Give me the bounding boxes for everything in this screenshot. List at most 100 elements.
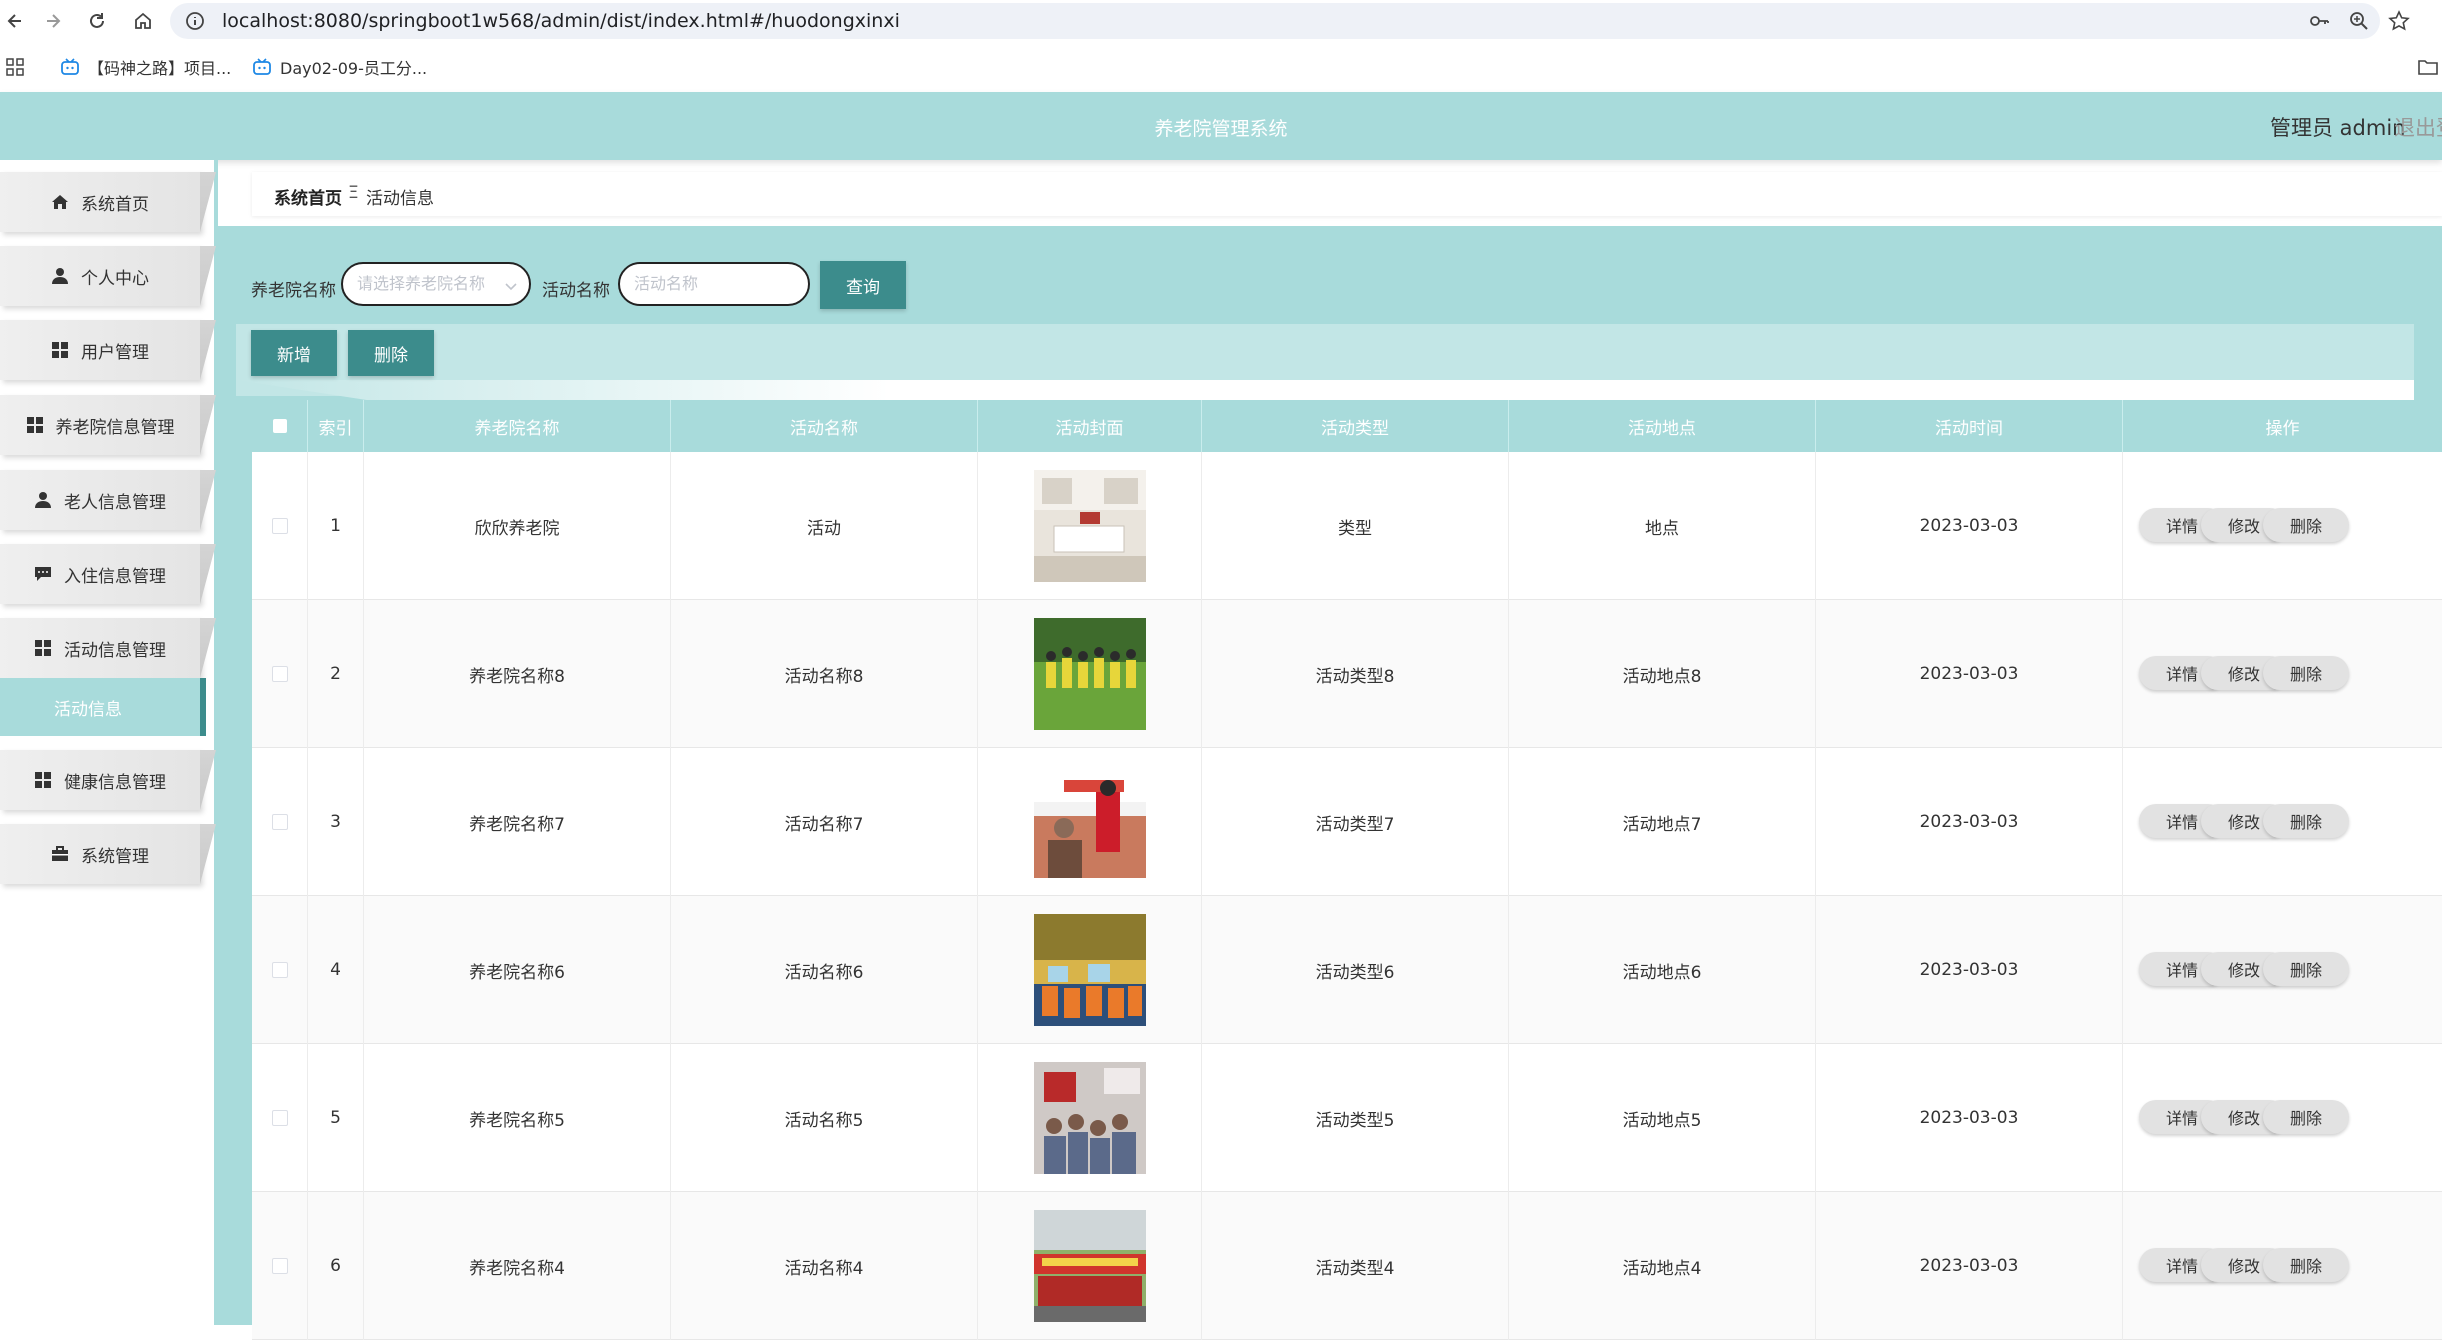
operations-cell: 详情 修改 删除: [2123, 896, 2442, 1044]
add-button[interactable]: 新增: [251, 330, 337, 376]
sidebar-subitem-label: 活动信息: [54, 699, 122, 720]
delete-button[interactable]: 删除: [2263, 952, 2349, 986]
activity-cover-image: [1033, 1062, 1146, 1174]
delete-button[interactable]: 删除: [2263, 656, 2349, 690]
header-select-all: [252, 400, 308, 452]
search-label-activity-name: 活动名称: [542, 281, 610, 301]
sidebar-item-home[interactable]: 系统首页: [0, 172, 200, 232]
sidebar-item-activity[interactable]: 活动信息管理: [0, 618, 200, 678]
cell-time: 2023-03-03: [1816, 452, 2123, 600]
activity-cover-cell: [978, 896, 1202, 1044]
cell-home: 养老院名称4: [364, 1192, 671, 1340]
row-checkbox[interactable]: [271, 518, 288, 534]
cell-place: 地点: [1509, 452, 1816, 600]
user-icon: [51, 267, 69, 285]
app-title: 养老院管理系统: [1154, 118, 1288, 140]
column-header: 活动时间: [1816, 400, 2123, 452]
sidebar-item-label: 活动信息管理: [64, 640, 166, 661]
activity-cover-image: [1033, 766, 1146, 878]
logout-link[interactable]: 退出登: [2394, 112, 2442, 142]
sidebar-item-users[interactable]: 用户管理: [0, 320, 200, 380]
select-cell: [252, 896, 308, 1044]
cell-time: 2023-03-03: [1816, 748, 2123, 896]
activity-cover-cell: [978, 1192, 1202, 1340]
activity-cover-cell: [978, 600, 1202, 748]
activity-cover-cell: [978, 748, 1202, 896]
search-label-nursing-home: 养老院名称: [251, 281, 336, 301]
forward-icon[interactable]: [38, 6, 68, 36]
zoom-icon[interactable]: [2344, 6, 2374, 36]
select-cell: [252, 1044, 308, 1192]
breadcrumb-home[interactable]: 系统首页: [274, 184, 342, 209]
url-field[interactable]: localhost:8080/springboot1w568/admin/dis…: [170, 3, 2380, 39]
cell-index: 2: [308, 600, 364, 748]
nursing-home-select[interactable]: 请选择养老院名称: [341, 262, 531, 306]
operations-cell: 详情 修改 删除: [2123, 1044, 2442, 1192]
cell-name: 活动: [671, 452, 978, 600]
activity-name-input[interactable]: 活动名称: [618, 262, 810, 306]
cell-type: 活动类型4: [1202, 1192, 1509, 1340]
delete-button[interactable]: 删除: [2263, 1100, 2349, 1134]
app-header: 养老院管理系统 管理员 admin 退出登: [0, 92, 2442, 160]
row-checkbox[interactable]: [271, 962, 288, 978]
grid-icon: [51, 341, 69, 359]
delete-button[interactable]: 删除: [2263, 508, 2349, 542]
sidebar-item-personal[interactable]: 个人中心: [0, 246, 200, 306]
sidebar-item-label: 个人中心: [81, 268, 149, 289]
cell-home: 欣欣养老院: [364, 452, 671, 600]
table-row: 2 养老院名称8 活动名称8 活动类型8 活动地点8 2023-03-03 详情 修改 删除: [252, 600, 2442, 748]
folder-icon[interactable]: [2418, 54, 2438, 80]
row-checkbox[interactable]: [271, 666, 288, 682]
sidebar-item-health[interactable]: 健康信息管理: [0, 750, 200, 810]
query-button[interactable]: 查询: [820, 261, 906, 309]
table-row: 6 养老院名称4 活动名称4 活动类型4 活动地点4 2023-03-03 详情 修改 删除: [252, 1192, 2442, 1340]
sidebar-item-checkin[interactable]: 入住信息管理: [0, 544, 200, 604]
password-key-icon[interactable]: [2304, 6, 2334, 36]
bookmark-item[interactable]: 【码神之路】项目...: [60, 54, 231, 80]
back-icon[interactable]: [0, 6, 30, 36]
row-checkbox[interactable]: [271, 1258, 288, 1274]
reload-icon[interactable]: [82, 6, 112, 36]
site-info-icon[interactable]: [184, 10, 206, 32]
column-header: 活动名称: [671, 400, 978, 452]
sidebar-item-label: 健康信息管理: [64, 772, 166, 793]
column-header: 活动封面: [978, 400, 1202, 452]
activity-cover-image: [1033, 1210, 1146, 1322]
cell-place: 活动地点5: [1509, 1044, 1816, 1192]
grid-icon: [34, 639, 52, 657]
cell-name: 活动名称4: [671, 1192, 978, 1340]
sidebar-item-label: 养老院信息管理: [55, 417, 175, 438]
breadcrumb: 系统首页 Ξ 活动信息: [252, 172, 2442, 216]
activity-table: 索引 养老院名称 活动名称 活动封面 活动类型 活动地点 活动时间 操作 1 欣欣…: [252, 400, 2442, 1340]
user-icon: [34, 491, 52, 509]
sidebar-item-elderly[interactable]: 老人信息管理: [0, 470, 200, 530]
cell-name: 活动名称5: [671, 1044, 978, 1192]
row-checkbox[interactable]: [271, 814, 288, 830]
delete-button[interactable]: 删除: [2263, 804, 2349, 838]
cell-index: 1: [308, 452, 364, 600]
home-browser-icon[interactable]: [128, 6, 158, 36]
batch-delete-button[interactable]: 删除: [348, 330, 434, 376]
sidebar-item-system[interactable]: 系统管理: [0, 824, 200, 884]
table-header: 索引 养老院名称 活动名称 活动封面 活动类型 活动地点 活动时间 操作: [252, 400, 2442, 452]
delete-button[interactable]: 删除: [2263, 1248, 2349, 1282]
bookmark-item[interactable]: Day02-09-员工分...: [252, 54, 427, 80]
select-cell: [252, 1192, 308, 1340]
select-cell: [252, 600, 308, 748]
sidebar-item-nursing-home[interactable]: 养老院信息管理: [0, 395, 200, 455]
table-row: 4 养老院名称6 活动名称6 活动类型6 活动地点6 2023-03-03 详情 修改 删除: [252, 896, 2442, 1044]
row-checkbox[interactable]: [271, 1110, 288, 1126]
apps-grid-icon[interactable]: [6, 54, 24, 80]
cell-home: 养老院名称7: [364, 748, 671, 896]
bookmarks-bar: 【码神之路】项目... Day02-09-员工分...: [0, 42, 2442, 93]
home-icon: [51, 193, 69, 211]
select-all-checkbox[interactable]: [272, 419, 287, 433]
sidebar-subitem-activity-info[interactable]: 活动信息: [0, 678, 206, 736]
bookmark-star-icon[interactable]: [2384, 6, 2414, 36]
cell-place: 活动地点7: [1509, 748, 1816, 896]
column-header: 活动类型: [1202, 400, 1509, 452]
browser-address-bar: localhost:8080/springboot1w568/admin/dis…: [0, 0, 2442, 42]
activity-cover-cell: [978, 452, 1202, 600]
cell-type: 活动类型6: [1202, 896, 1509, 1044]
sidebar-item-label: 入住信息管理: [64, 566, 166, 587]
